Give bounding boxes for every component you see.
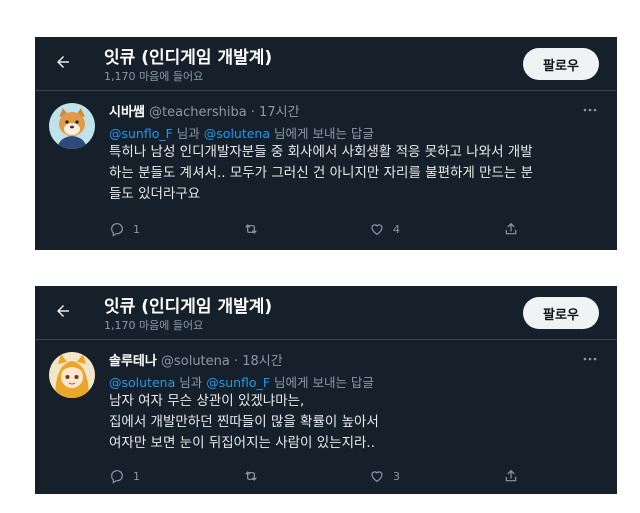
display-name[interactable]: 솔루테나: [109, 354, 157, 369]
tweet[interactable]: 솔루테나 @solutena · 18시간 @solutena 님과 @sunf…: [35, 340, 617, 490]
replying-to: @sunflo_F 님과 @solutena 님에게 보내는 답글: [109, 123, 374, 142]
more-dots-icon[interactable]: [583, 350, 597, 364]
follow-button[interactable]: 팔로우: [523, 297, 599, 329]
avatar[interactable]: [49, 352, 95, 398]
tweet-line: 특히나 남성 인디개발자분들 중 회사에서 사회생활 적응 못하고 나와서 개발: [109, 144, 533, 160]
handle-time: @teachershiba · 17시간: [149, 105, 300, 120]
tweet-meta: 시바쌤 @teachershiba · 17시간: [109, 101, 300, 120]
reply-count: 1: [133, 469, 140, 483]
tweet-line: 하는 분들도 계셔서.. 모두가 그러신 건 아니지만 자리를 불편하게 만드는…: [109, 165, 534, 181]
tweet-actions: 1 4: [109, 221, 529, 239]
avatar[interactable]: [49, 103, 95, 149]
tweet-line: 들도 있더라구요: [109, 186, 201, 202]
mention-link[interactable]: @sunflo_F: [206, 375, 270, 390]
tweet-line: 여자만 보면 눈이 뒤집어지는 사람이 있는지라..: [109, 435, 376, 451]
reply-icon: [111, 223, 123, 237]
likes-count: 1,170 마음에 들어요: [104, 319, 204, 332]
back-arrow-icon[interactable]: [52, 300, 74, 322]
reply-and-text: 님과: [175, 375, 207, 390]
heart-icon: [371, 471, 383, 483]
back-arrow-icon[interactable]: [52, 51, 74, 73]
mention-link[interactable]: @solutena: [204, 126, 270, 141]
tweet-line: 남자 여자 무슨 상관이 있겠냐마는,: [109, 393, 305, 409]
reply-suffix-text: 님에게 보내는 답글: [270, 375, 374, 390]
likes-count: 1,170 마음에 들어요: [104, 70, 204, 83]
follow-button[interactable]: 팔로우: [523, 48, 599, 80]
profile-header: 잇큐 (인디게임 개발계) 1,170 마음에 들어요 팔로우: [35, 286, 617, 340]
like-count: 3: [393, 469, 400, 483]
display-name[interactable]: 시바쌤: [109, 105, 145, 120]
tweet-actions: 1 3: [109, 468, 529, 486]
tweet-line: 집에서 개발만하던 찐따들이 많을 확률이 높아서: [109, 414, 379, 430]
retweet-action[interactable]: [243, 221, 259, 237]
more-dots-icon[interactable]: [583, 101, 597, 115]
tweet[interactable]: 시바쌤 @teachershiba · 17시간 @sunflo_F 님과 @s…: [35, 91, 617, 241]
replying-to: @solutena 님과 @sunflo_F 님에게 보내는 답글: [109, 372, 374, 391]
retweet-icon: [245, 224, 257, 234]
share-action[interactable]: [503, 221, 519, 237]
account-name: 잇큐 (인디게임 개발계): [104, 48, 273, 68]
tweet-meta: 솔루테나 @solutena · 18시간: [109, 350, 283, 369]
reply-and-text: 님과: [172, 126, 204, 141]
mention-link[interactable]: @solutena: [109, 375, 175, 390]
reply-icon: [111, 470, 123, 484]
tweet-body: 특히나 남성 인디개발자분들 중 회사에서 사회생활 적응 못하고 나와서 개발…: [109, 142, 599, 205]
like-count: 4: [393, 222, 400, 236]
handle-time: @solutena · 18시간: [160, 354, 283, 369]
retweet-action[interactable]: [243, 468, 259, 484]
reply-action[interactable]: 1: [109, 468, 140, 484]
like-action[interactable]: 4: [369, 221, 400, 237]
like-action[interactable]: 3: [369, 468, 400, 484]
tweet-card: 잇큐 (인디게임 개발계) 1,170 마음에 들어요 팔로우 솔루테나 @so…: [35, 286, 617, 494]
retweet-icon: [245, 471, 257, 481]
reply-action[interactable]: 1: [109, 221, 140, 237]
account-name: 잇큐 (인디게임 개발계): [104, 297, 273, 317]
mention-link[interactable]: @sunflo_F: [109, 126, 173, 141]
reply-suffix-text: 님에게 보내는 답글: [270, 126, 374, 141]
profile-header: 잇큐 (인디게임 개발계) 1,170 마음에 들어요 팔로우: [35, 37, 617, 91]
share-action[interactable]: [503, 468, 519, 484]
tweet-card: 잇큐 (인디게임 개발계) 1,170 마음에 들어요 팔로우 시바쌤 @tea…: [35, 37, 617, 250]
heart-icon: [371, 224, 383, 236]
share-icon: [505, 223, 517, 235]
share-icon: [505, 470, 517, 482]
reply-count: 1: [133, 222, 140, 236]
tweet-body: 남자 여자 무슨 상관이 있겠냐마는, 집에서 개발만하던 찐따들이 많을 확률…: [109, 391, 599, 454]
